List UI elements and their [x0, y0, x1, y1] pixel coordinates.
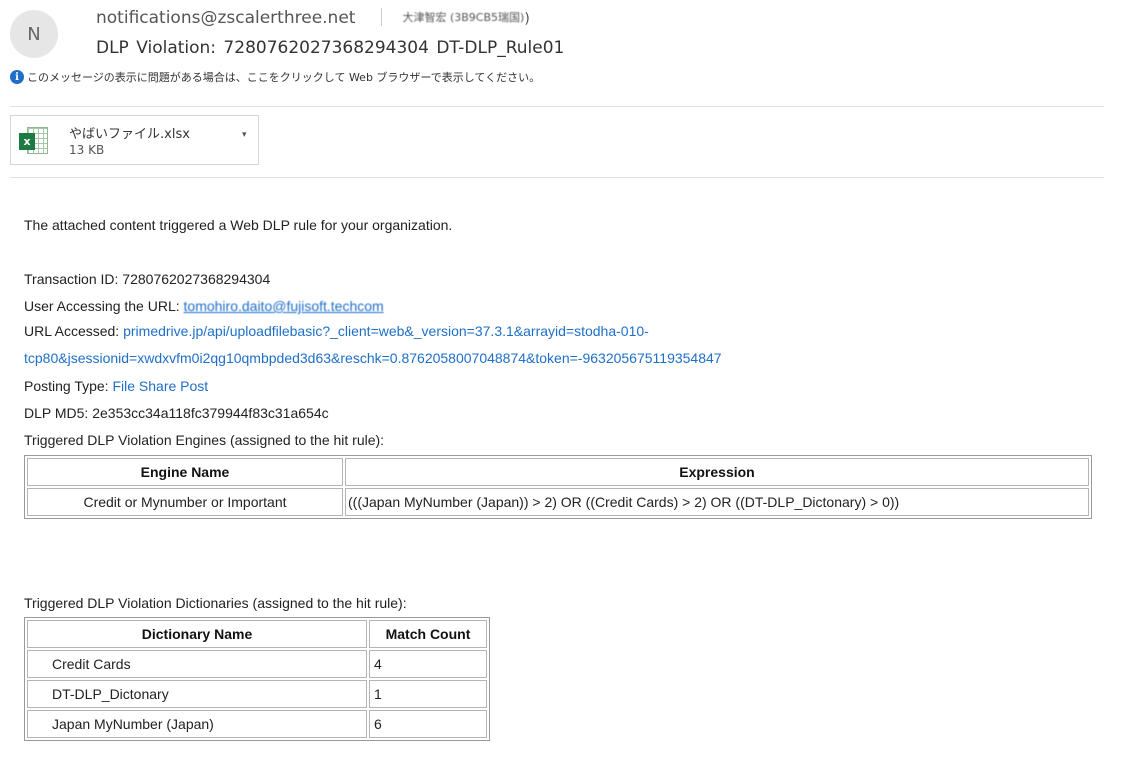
recipient-paren: )	[524, 11, 530, 27]
user-line: User Accessing the URL: tomohiro.daito@f…	[24, 298, 384, 314]
attachment-name: やばいファイル.xlsx	[69, 127, 190, 142]
url-label: URL Accessed:	[24, 323, 124, 339]
match-count-cell: 4	[369, 650, 487, 678]
view-in-browser-text[interactable]: このメッセージの表示に問題がある場合は、ここをクリックして Web ブラウザーで…	[27, 69, 540, 85]
dictionary-name-cell: Japan MyNumber (Japan)	[27, 710, 367, 738]
table-row: Japan MyNumber (Japan) 6	[27, 710, 487, 738]
posting-value: File Share Post	[112, 378, 209, 394]
transaction-line: Transaction ID: 7280762027368294304	[24, 271, 270, 287]
dictionaries-heading: Triggered DLP Violation Dictionaries (as…	[24, 595, 407, 611]
posting-label: Posting Type:	[24, 378, 113, 394]
md5-value: 2e353cc34a118fc379944f83c31a654c	[92, 405, 329, 421]
url-link[interactable]: primedrive.jp/api/uploadfilebasic?_clien…	[123, 323, 649, 339]
user-label: User Accessing the URL:	[24, 298, 184, 314]
table-row: Credit or Mynumber or Important (((Japan…	[27, 488, 1089, 516]
attachment-menu-chevron-icon[interactable]: ▾	[242, 130, 247, 140]
engine-name-header: Engine Name	[27, 458, 343, 486]
attachment-separator	[10, 177, 1104, 178]
attachment-card[interactable]: x やばいファイル.xlsx 13 KB ▾	[10, 115, 259, 165]
expression-cell: (((Japan MyNumber (Japan)) > 2) OR ((Cre…	[345, 488, 1089, 516]
dictionary-name-cell: DT-DLP_Dictonary	[27, 680, 367, 708]
match-count-cell: 1	[369, 680, 487, 708]
expression-header: Expression	[345, 458, 1089, 486]
dictionaries-table: Dictionary Name Match Count Credit Cards…	[24, 617, 490, 741]
recipient-name[interactable]: 大津智宏 (3B9CB5瑞国)	[402, 11, 524, 24]
posting-line: Posting Type: File Share Post	[24, 378, 208, 394]
match-count-header: Match Count	[369, 620, 487, 648]
table-row: Credit Cards 4	[27, 650, 487, 678]
transaction-label: Transaction ID:	[24, 271, 123, 287]
engines-table: Engine Name Expression Credit or Mynumbe…	[24, 455, 1092, 519]
sender-line: notifications@zscalerthree.net 大津智宏 (3B9C…	[96, 8, 530, 28]
header-divider	[381, 8, 383, 26]
engine-name-cell: Credit or Mynumber or Important	[27, 488, 343, 516]
avatar-letter: N	[27, 23, 41, 45]
attachment-size: 13 KB	[69, 143, 105, 157]
header-separator	[10, 106, 1104, 107]
email-subject: DLP Violation: 7280762027368294304 DT-DL…	[96, 38, 565, 58]
engines-heading: Triggered DLP Violation Engines (assigne…	[24, 432, 385, 448]
dictionary-name-cell: Credit Cards	[27, 650, 367, 678]
dictionary-name-header: Dictionary Name	[27, 620, 367, 648]
md5-label: DLP MD5:	[24, 405, 93, 421]
sender-avatar[interactable]: N	[10, 10, 58, 58]
url-link-continued[interactable]: tcp80&jsessionid=xwdxvfm0i2qg10qmbpded3d…	[24, 350, 722, 366]
user-email-link[interactable]: tomohiro.daito@fujisoft.techcom	[184, 298, 384, 314]
excel-file-icon: x	[19, 126, 49, 156]
match-count-cell: 6	[369, 710, 487, 738]
info-icon: i	[10, 70, 24, 84]
url-line: URL Accessed: primedrive.jp/api/uploadfi…	[24, 323, 649, 339]
view-in-browser-banner[interactable]: i このメッセージの表示に問題がある場合は、ここをクリックして Web ブラウザ…	[10, 69, 540, 85]
intro-text: The attached content triggered a Web DLP…	[24, 217, 453, 233]
table-row: DT-DLP_Dictonary 1	[27, 680, 487, 708]
transaction-id: 7280762027368294304	[122, 271, 271, 287]
sender-address[interactable]: notifications@zscalerthree.net	[96, 8, 355, 28]
md5-line: DLP MD5: 2e353cc34a118fc379944f83c31a654…	[24, 405, 329, 421]
